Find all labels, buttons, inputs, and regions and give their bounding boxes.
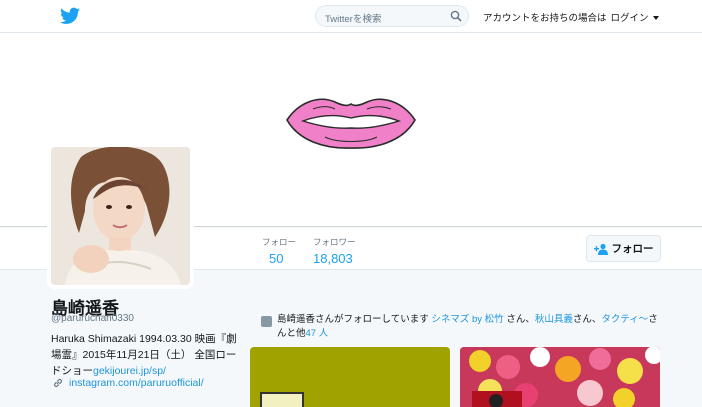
avatar[interactable] (47, 143, 194, 289)
following-label: フォロー (262, 237, 297, 247)
follow-button-label: フォロー (611, 243, 654, 255)
media-thumbnail-1-graphic (260, 392, 304, 407)
followers-you-know-icon (261, 316, 272, 327)
follow-button[interactable]: フォロー (586, 235, 661, 262)
link-icon (53, 378, 63, 388)
followed-by-others[interactable]: 47 人 (306, 328, 329, 339)
search-placeholder: Twitterを検索 (325, 14, 382, 25)
lips-illustration (286, 98, 416, 149)
followed-by: 島崎遥香さんがフォローしています シネマズ by 松竹 さん、秋山具義さん、タク… (261, 313, 666, 341)
chevron-down-icon[interactable] (652, 16, 659, 21)
bio-link[interactable]: gekijourei.jp/sp/ (93, 365, 166, 377)
profile-handle[interactable]: @paruruchan0330 (51, 313, 134, 324)
search-icon[interactable] (450, 10, 462, 22)
followed-by-user-3[interactable]: タクティ〜 (601, 314, 648, 325)
following-stat[interactable]: フォロー 50 (262, 236, 296, 266)
following-count: 50 (269, 251, 284, 266)
avatar-photo (51, 147, 190, 285)
profile-url-text: instagram.com/paruruofficial/ (69, 377, 204, 389)
add-user-icon (593, 243, 608, 255)
followers-count: 18,803 (313, 251, 353, 266)
media-thumbnail-2[interactable] (460, 347, 660, 407)
profile-bio: Haruka Shimazaki 1994.03.30 映画『劇場霊』2015年… (51, 331, 241, 379)
login-prompt: アカウントをお持ちの場合は ログイン (483, 10, 659, 24)
top-bar: Twitterを検索 アカウントをお持ちの場合は ログイン (0, 0, 702, 33)
profile-url[interactable]: instagram.com/paruruofficial/ (53, 377, 204, 389)
flowers-photo (460, 347, 660, 407)
followed-by-user-1[interactable]: シネマズ by 松竹 (431, 314, 503, 325)
media-thumbnail-1[interactable] (250, 347, 450, 407)
search-input[interactable]: Twitterを検索 (315, 5, 469, 27)
followed-by-prefix: 島崎遥香さんがフォローしています (277, 314, 429, 325)
followers-stat[interactable]: フォロワー 18,803 (313, 236, 356, 266)
followed-by-text: 島崎遥香さんがフォローしています シネマズ by 松竹 さん、秋山具義さん、タク… (261, 313, 666, 341)
followers-label: フォロワー (313, 237, 356, 247)
followed-by-sep-1: さん、 (506, 314, 535, 325)
followed-by-sep-2: さん、 (572, 314, 602, 325)
twitter-bird-icon[interactable] (60, 7, 80, 25)
followed-by-user-2[interactable]: 秋山具義 (535, 314, 573, 325)
login-link[interactable]: ログイン (611, 13, 649, 24)
login-prompt-text: アカウントをお持ちの場合は (483, 13, 607, 24)
